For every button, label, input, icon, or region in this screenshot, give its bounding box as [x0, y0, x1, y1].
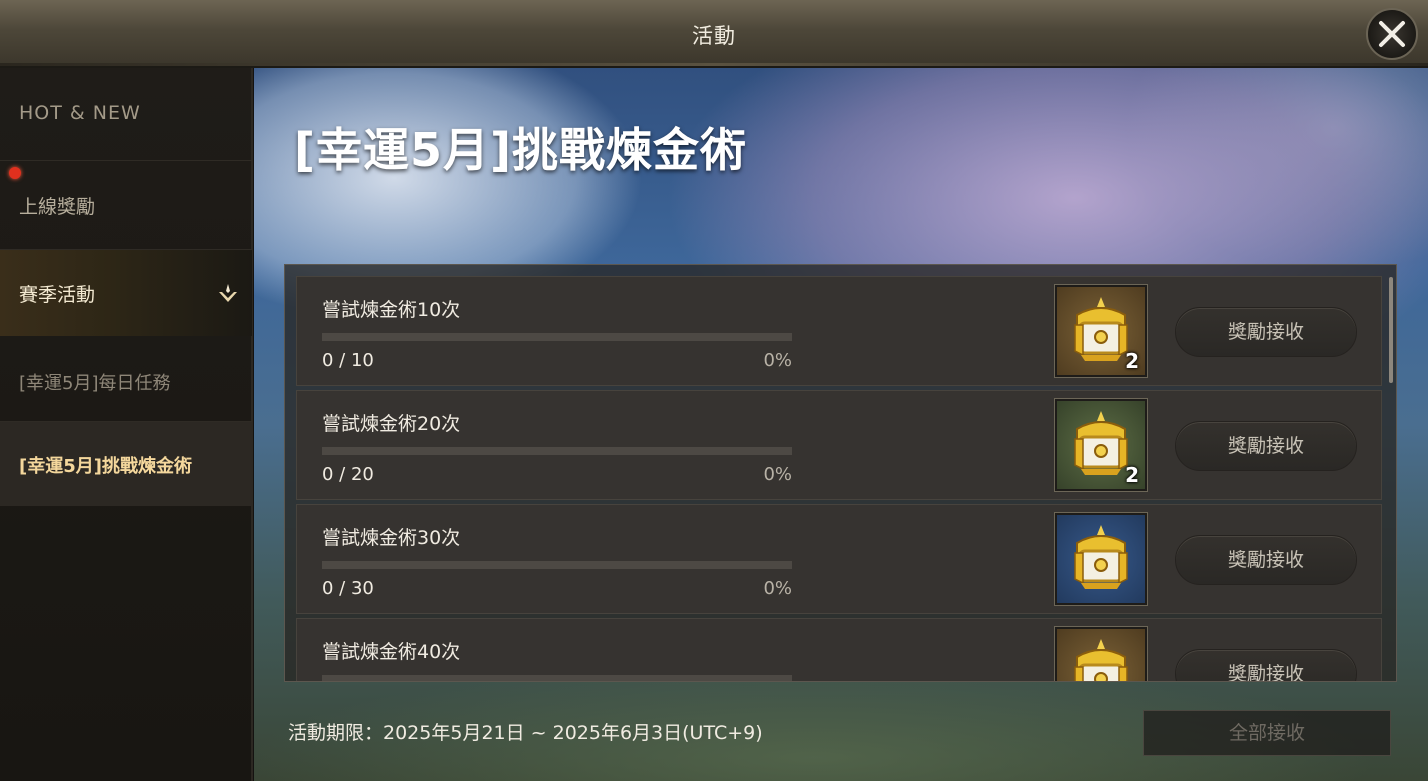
close-icon [1379, 21, 1405, 47]
sidebar-item-login-reward[interactable]: 上線獎勵 [0, 161, 252, 249]
progress-count: 0 / 30 [322, 578, 374, 599]
mission-row: 嘗試煉金術10次 0 / 10 0% 2 獎勵接收 [296, 276, 1382, 386]
claim-reward-button[interactable]: 獎勵接收 [1175, 307, 1357, 357]
reward-quantity: 2 [1125, 349, 1139, 373]
mission-task: 嘗試煉金術40次 [322, 641, 461, 663]
sidebar-item-hot-new[interactable]: HOT & NEW [0, 68, 252, 160]
mission-task: 嘗試煉金術30次 [322, 527, 461, 549]
title-bar: 活動 [0, 0, 1428, 68]
progress-percent: 0% [763, 578, 792, 599]
mission-row: 嘗試煉金術30次 0 / 30 0% 獎勵接收 [296, 504, 1382, 614]
sidebar-item-alchemy-challenge[interactable]: [幸運5月]挑戰煉金術 [0, 422, 252, 506]
mission-task: 嘗試煉金術20次 [322, 413, 461, 435]
mission-list[interactable]: 嘗試煉金術10次 0 / 10 0% 2 獎勵接收 嘗試煉金術20次 0 / 2… [284, 264, 1397, 682]
claim-reward-button[interactable]: 獎勵接收 [1175, 649, 1357, 681]
reward-slot[interactable]: 2 [1054, 398, 1148, 492]
sidebar-item-season-event[interactable]: 賽季活動 [0, 250, 252, 336]
gold-chest-icon [1074, 639, 1128, 681]
mission-task: 嘗試煉金術10次 [322, 299, 461, 321]
sidebar-item-daily-mission[interactable]: [幸運5月]每日任務 [0, 337, 252, 421]
sidebar-item-label: [幸運5月]每日任務 [19, 373, 171, 394]
progress-bar [322, 561, 792, 569]
sidebar-item-label: HOT & NEW [19, 102, 141, 124]
reward-slot[interactable] [1054, 512, 1148, 606]
reward-quantity: 2 [1125, 463, 1139, 487]
reward-slot[interactable] [1054, 626, 1148, 681]
mission-row: 嘗試煉金術20次 0 / 20 0% 2 獎勵接收 [296, 390, 1382, 500]
progress-bar [322, 333, 792, 341]
chevron-down-icon [219, 284, 237, 302]
claim-reward-button[interactable]: 獎勵接收 [1175, 421, 1357, 471]
window-title: 活動 [692, 24, 736, 48]
notification-dot [9, 167, 21, 179]
progress-count: 0 / 10 [322, 350, 374, 371]
close-button[interactable] [1366, 8, 1418, 60]
sidebar-item-label: [幸運5月]挑戰煉金術 [19, 456, 192, 477]
sidebar-item-label: 賽季活動 [19, 284, 96, 306]
mission-row: 嘗試煉金術40次 獎勵接收 [296, 618, 1382, 681]
progress-bar [322, 675, 792, 681]
scrollbar[interactable] [1389, 277, 1393, 383]
reward-slot[interactable]: 2 [1054, 284, 1148, 378]
event-title: [幸運5月]挑戰煉金術 [294, 123, 748, 177]
sidebar: HOT & NEW 上線獎勵 賽季活動 [幸運5月]每日任務 [幸運5月]挑戰煉… [0, 68, 253, 781]
progress-percent: 0% [763, 464, 792, 485]
gold-chest-icon [1074, 525, 1128, 589]
claim-all-button[interactable]: 全部接收 [1143, 710, 1391, 756]
sidebar-item-label: 上線獎勵 [19, 196, 96, 218]
progress-count: 0 / 20 [322, 464, 374, 485]
progress-percent: 0% [763, 350, 792, 371]
event-period: 活動期限：2025年5月21日 ~ 2025年6月3日(UTC+9) [288, 722, 763, 744]
progress-bar [322, 447, 792, 455]
event-content: [幸運5月]挑戰煉金術 嘗試煉金術10次 0 / 10 0% 2 獎勵接收 嘗試… [254, 68, 1428, 781]
claim-reward-button[interactable]: 獎勵接收 [1175, 535, 1357, 585]
